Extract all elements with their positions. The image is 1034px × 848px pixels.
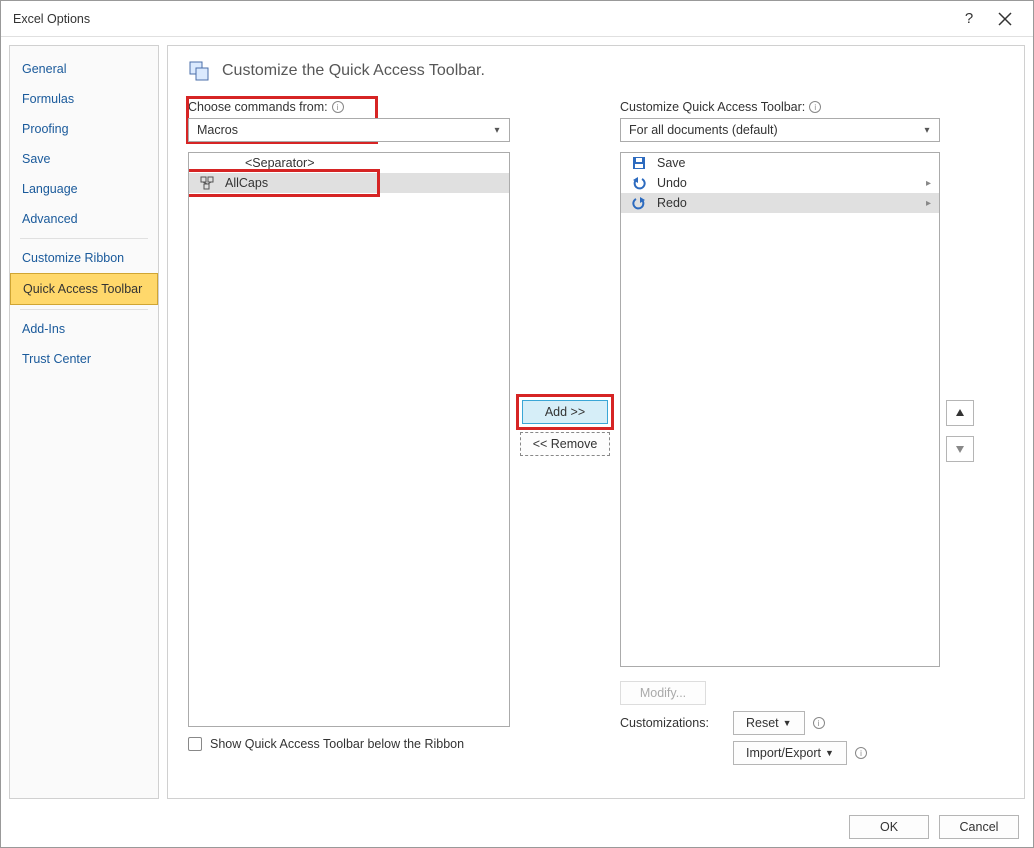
dropdown-value: For all documents (default) — [629, 123, 778, 137]
divider — [20, 309, 148, 310]
list-item-separator[interactable]: <Separator> — [189, 153, 509, 173]
chevron-down-icon: ▾ — [489, 122, 505, 138]
list-item-label: AllCaps — [225, 176, 501, 190]
list-item-allcaps[interactable]: AllCaps — [189, 173, 509, 193]
divider — [20, 238, 148, 239]
info-icon[interactable]: i — [332, 101, 344, 113]
sidebar-item-quick-access-toolbar[interactable]: Quick Access Toolbar — [10, 273, 158, 305]
excel-options-dialog: Excel Options ? General Formulas Proofin… — [0, 0, 1034, 848]
sidebar-item-customize-ribbon[interactable]: Customize Ribbon — [10, 243, 158, 273]
header-row: Customize the Quick Access Toolbar. — [188, 60, 1008, 82]
reorder-buttons — [946, 400, 980, 462]
sidebar-item-label: Proofing — [22, 122, 69, 136]
list-item-label: <Separator> — [225, 156, 501, 170]
cancel-button[interactable]: Cancel — [939, 815, 1019, 839]
add-button[interactable]: Add >> — [522, 400, 608, 424]
list-item-label: Save — [657, 156, 931, 170]
sidebar-item-label: Quick Access Toolbar — [23, 282, 142, 296]
page-title: Customize the Quick Access Toolbar. — [222, 62, 485, 80]
sidebar-item-label: Customize Ribbon — [22, 251, 124, 265]
reset-button[interactable]: Reset ▼ — [733, 711, 805, 735]
ok-label: OK — [880, 820, 898, 834]
left-column: Choose commands from: i Macros ▾ <Separa… — [188, 100, 510, 751]
ok-button[interactable]: OK — [849, 815, 929, 839]
category-sidebar: General Formulas Proofing Save Language … — [9, 45, 159, 799]
qat-icon — [188, 60, 210, 82]
submenu-indicator-icon: ▸ — [926, 198, 931, 209]
sidebar-item-advanced[interactable]: Advanced — [10, 204, 158, 234]
import-export-label: Import/Export — [746, 746, 821, 760]
modify-label: Modify... — [640, 686, 686, 700]
customizations-label: Customizations: — [620, 716, 725, 730]
dialog-body: General Formulas Proofing Save Language … — [1, 37, 1033, 807]
list-item-redo[interactable]: Redo ▸ — [621, 193, 939, 213]
modify-button: Modify... — [620, 681, 706, 705]
submenu-indicator-icon: ▸ — [926, 178, 931, 189]
show-below-ribbon-row[interactable]: Show Quick Access Toolbar below the Ribb… — [188, 737, 510, 751]
show-below-ribbon-checkbox[interactable] — [188, 737, 202, 751]
save-icon — [631, 155, 647, 171]
move-up-button[interactable] — [946, 400, 974, 426]
customize-qat-dropdown[interactable]: For all documents (default) ▾ — [620, 118, 940, 142]
reset-label: Reset — [746, 716, 779, 730]
show-below-ribbon-label: Show Quick Access Toolbar below the Ribb… — [210, 737, 464, 751]
chevron-down-icon: ▼ — [825, 748, 834, 758]
help-button[interactable]: ? — [951, 5, 987, 33]
main-panel: Customize the Quick Access Toolbar. Choo… — [167, 45, 1025, 799]
sidebar-item-label: Trust Center — [22, 352, 91, 366]
chevron-down-icon: ▼ — [783, 718, 792, 728]
customize-qat-label-row: Customize Quick Access Toolbar: i — [620, 100, 940, 114]
info-icon[interactable]: i — [813, 717, 825, 729]
sidebar-item-add-ins[interactable]: Add-Ins — [10, 314, 158, 344]
sidebar-item-label: Formulas — [22, 92, 74, 106]
list-item-undo[interactable]: Undo ▸ — [621, 173, 939, 193]
titlebar: Excel Options ? — [1, 1, 1033, 37]
separator-icon — [199, 155, 215, 171]
available-commands-list[interactable]: <Separator> AllCaps — [188, 152, 510, 727]
info-icon[interactable]: i — [809, 101, 821, 113]
dialog-footer: OK Cancel — [1, 807, 1033, 847]
sidebar-item-label: Language — [22, 182, 78, 196]
sidebar-item-language[interactable]: Language — [10, 174, 158, 204]
list-item-label: Undo — [657, 176, 916, 190]
choose-commands-dropdown[interactable]: Macros ▾ — [188, 118, 510, 142]
choose-commands-label: Choose commands from: — [188, 100, 328, 114]
list-item-save[interactable]: Save — [621, 153, 939, 173]
window-title: Excel Options — [13, 12, 951, 26]
undo-icon — [631, 175, 647, 191]
sidebar-item-label: General — [22, 62, 66, 76]
close-button[interactable] — [987, 5, 1023, 33]
info-icon[interactable]: i — [855, 747, 867, 759]
sidebar-item-formulas[interactable]: Formulas — [10, 84, 158, 114]
chevron-down-icon: ▾ — [919, 122, 935, 138]
remove-label: << Remove — [533, 437, 598, 451]
sidebar-item-save[interactable]: Save — [10, 144, 158, 174]
current-qat-list[interactable]: Save Undo ▸ — [620, 152, 940, 667]
right-column: Customize Quick Access Toolbar: i For al… — [620, 100, 940, 765]
two-columns: Choose commands from: i Macros ▾ <Separa… — [188, 100, 1008, 765]
list-item-label: Redo — [657, 196, 916, 210]
below-right-area: Modify... Customizations: Reset ▼ i — [620, 675, 940, 765]
cancel-label: Cancel — [960, 820, 999, 834]
import-export-button[interactable]: Import/Export ▼ — [733, 741, 847, 765]
sidebar-item-label: Add-Ins — [22, 322, 65, 336]
move-down-button[interactable] — [946, 436, 974, 462]
sidebar-item-label: Advanced — [22, 212, 78, 226]
sidebar-item-proofing[interactable]: Proofing — [10, 114, 158, 144]
customize-qat-label: Customize Quick Access Toolbar: — [620, 100, 805, 114]
macro-icon — [199, 175, 215, 191]
dropdown-value: Macros — [197, 123, 238, 137]
center-buttons: Add >> << Remove — [510, 100, 620, 456]
redo-icon — [631, 195, 647, 211]
choose-commands-label-row: Choose commands from: i — [188, 100, 510, 114]
add-label: Add >> — [545, 405, 585, 419]
sidebar-item-trust-center[interactable]: Trust Center — [10, 344, 158, 374]
sidebar-item-label: Save — [22, 152, 51, 166]
sidebar-item-general[interactable]: General — [10, 54, 158, 84]
remove-button[interactable]: << Remove — [520, 432, 611, 456]
